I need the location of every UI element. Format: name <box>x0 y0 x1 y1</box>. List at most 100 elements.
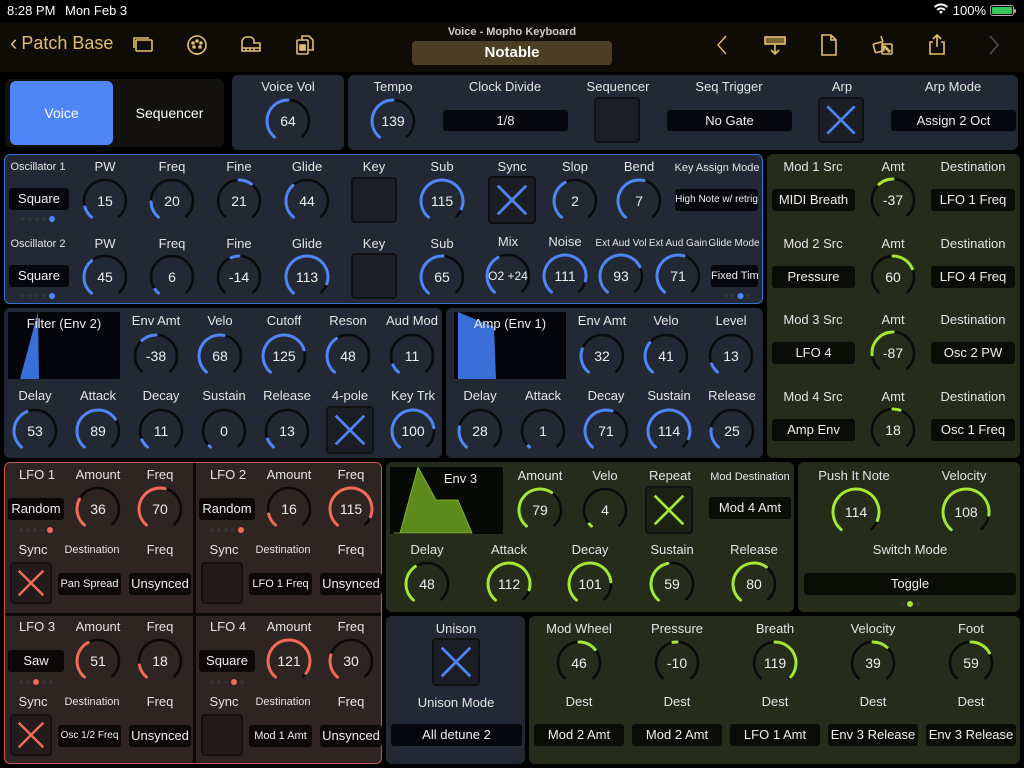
lfo4-shape-select[interactable]: Square <box>199 650 255 672</box>
osc2-shape-select[interactable]: Square <box>9 265 69 287</box>
osc1-key-toggle[interactable] <box>351 177 397 223</box>
osc2-glide-knob[interactable]: 113 <box>283 253 331 301</box>
arp-toggle[interactable] <box>818 97 864 143</box>
repeat-toggle[interactable] <box>645 486 693 534</box>
mod1-destination-select[interactable]: LFO 1 Freq <box>931 189 1015 211</box>
ext-aud-vol-knob[interactable]: 93 <box>597 252 645 300</box>
filter-release-knob[interactable]: 13 <box>263 407 311 455</box>
amp-attack-knob[interactable]: 1 <box>519 407 567 455</box>
chevron-right-icon[interactable] <box>980 32 1006 58</box>
lfo1-freq-mode-select[interactable]: Unsynced <box>129 573 191 595</box>
mod1-amt-knob[interactable]: -37 <box>869 176 917 224</box>
controller-pressure-dest-select[interactable]: Mod 2 Amt <box>632 724 722 746</box>
filter-attack-knob[interactable]: 89 <box>74 407 122 455</box>
lfo2-freq-mode-select[interactable]: Unsynced <box>320 573 382 595</box>
controller-breath-dest-select[interactable]: LFO 1 Amt <box>730 724 820 746</box>
push-it-note-knob[interactable]: 114 <box>830 486 882 538</box>
tempo-knob[interactable]: 139 <box>369 97 417 145</box>
amp-sustain-knob[interactable]: 114 <box>645 407 693 455</box>
key-trk-knob[interactable]: 100 <box>389 407 437 455</box>
controller-pressure-knob[interactable]: -10 <box>653 639 701 687</box>
arp-mode-select[interactable]: Assign 2 Oct <box>891 110 1016 131</box>
mod4-src-select[interactable]: Amp Env <box>772 418 855 441</box>
lfo1-shape-select[interactable]: Random <box>8 498 64 520</box>
mod4-destination-select[interactable]: Osc 1 Freq <box>931 418 1015 441</box>
mod2-src-select[interactable]: Pressure <box>772 265 855 288</box>
sequencer-toggle[interactable] <box>594 97 640 143</box>
tab-sequencer[interactable]: Sequencer <box>118 81 221 145</box>
mod3-src-select[interactable]: LFO 4 <box>772 342 855 364</box>
copy-document-icon[interactable] <box>292 32 318 58</box>
lfo4-amount-knob[interactable]: 121 <box>265 637 313 685</box>
midi-port-icon[interactable] <box>184 32 210 58</box>
env3-delay-knob[interactable]: 48 <box>403 560 451 608</box>
keyboard-download-icon[interactable] <box>762 32 788 58</box>
mod3-amt-knob[interactable]: -87 <box>869 329 917 377</box>
controller-velocity-dest-select[interactable]: Env 3 Release <box>828 724 918 746</box>
windows-icon[interactable] <box>130 32 156 58</box>
dice-icon[interactable] <box>870 32 896 58</box>
slop-knob[interactable]: 2 <box>551 177 599 225</box>
key-assign-mode-select[interactable]: High Note w/ retrig <box>675 189 758 211</box>
amp-velo-knob[interactable]: 41 <box>642 332 690 380</box>
chevron-left-icon[interactable] <box>710 32 736 58</box>
patch-name-field[interactable]: Notable <box>412 41 612 65</box>
clock-divide-select[interactable]: 1/8 <box>443 110 568 131</box>
aud-mod-knob[interactable]: 11 <box>388 332 436 380</box>
mix-knob[interactable]: O2 +24 <box>484 252 532 300</box>
lfo2-freq-knob[interactable]: 115 <box>327 485 375 533</box>
seq-trigger-select[interactable]: No Gate <box>667 110 792 131</box>
mod2-amt-knob[interactable]: 60 <box>869 253 917 301</box>
lfo4-destination-select[interactable]: Mod 1 Amt <box>249 725 312 747</box>
env3-mod-destination-select[interactable]: Mod 4 Amt <box>709 497 791 519</box>
lfo4-freq-knob[interactable]: 30 <box>327 637 375 685</box>
osc1-freq-knob[interactable]: 20 <box>148 177 196 225</box>
lfo1-sync-toggle[interactable] <box>10 562 52 604</box>
lfo2-sync-toggle[interactable] <box>201 562 243 604</box>
voice-vol-knob[interactable]: 64 <box>264 97 312 145</box>
osc2-freq-knob[interactable]: 6 <box>148 253 196 301</box>
push-it-velocity-knob[interactable]: 108 <box>940 486 992 538</box>
switch-mode-select[interactable]: Toggle <box>804 573 1016 595</box>
mod1-src-select[interactable]: MIDI Breath <box>772 189 855 211</box>
controller-foot-dest-select[interactable]: Env 3 Release <box>926 724 1016 746</box>
lfo2-shape-select[interactable]: Random <box>199 498 255 520</box>
unison-mode-select[interactable]: All detune 2 <box>391 724 522 746</box>
controller-mod-wheel-knob[interactable]: 46 <box>555 639 603 687</box>
mod4-amt-knob[interactable]: 18 <box>869 406 917 454</box>
env3-velo-knob[interactable]: 4 <box>581 486 629 534</box>
amp-release-knob[interactable]: 25 <box>708 407 756 455</box>
osc2-pw-knob[interactable]: 45 <box>81 253 129 301</box>
osc1-sub-knob[interactable]: 115 <box>418 177 466 225</box>
controller-foot-knob[interactable]: 59 <box>947 639 995 687</box>
cutoff-knob[interactable]: 125 <box>260 332 308 380</box>
piano-icon[interactable] <box>238 32 264 58</box>
controller-mod-wheel-dest-select[interactable]: Mod 2 Amt <box>534 724 624 746</box>
filter-sustain-knob[interactable]: 0 <box>200 407 248 455</box>
env3-sustain-knob[interactable]: 59 <box>648 560 696 608</box>
lfo3-freq-knob[interactable]: 18 <box>136 637 184 685</box>
lfo1-freq-knob[interactable]: 70 <box>136 485 184 533</box>
osc2-sub-knob[interactable]: 65 <box>418 253 466 301</box>
lfo3-sync-toggle[interactable] <box>10 714 52 756</box>
filter-velo-knob[interactable]: 68 <box>196 332 244 380</box>
amp-env-amt-knob[interactable]: 32 <box>578 332 626 380</box>
lfo4-sync-toggle[interactable] <box>201 714 243 756</box>
osc-sync-toggle[interactable] <box>488 176 536 224</box>
mod3-destination-select[interactable]: Osc 2 PW <box>931 342 1015 364</box>
lfo3-amount-knob[interactable]: 51 <box>74 637 122 685</box>
osc2-fine-knob[interactable]: -14 <box>215 253 263 301</box>
lfo3-shape-select[interactable]: Saw <box>8 650 64 672</box>
filter-delay-knob[interactable]: 53 <box>11 407 59 455</box>
tab-voice[interactable]: Voice <box>10 81 113 145</box>
osc2-key-toggle[interactable] <box>351 253 397 299</box>
glide-mode-select[interactable]: Fixed Time <box>711 265 758 287</box>
lfo1-destination-select[interactable]: Pan Spread <box>58 573 121 595</box>
osc1-fine-knob[interactable]: 21 <box>215 177 263 225</box>
new-document-icon[interactable] <box>816 32 842 58</box>
osc1-pw-knob[interactable]: 15 <box>81 177 129 225</box>
osc1-shape-select[interactable]: Square <box>9 188 69 210</box>
mod2-destination-select[interactable]: LFO 4 Freq <box>931 265 1015 288</box>
amp-level-knob[interactable]: 13 <box>707 332 755 380</box>
controller-breath-knob[interactable]: 119 <box>751 639 799 687</box>
